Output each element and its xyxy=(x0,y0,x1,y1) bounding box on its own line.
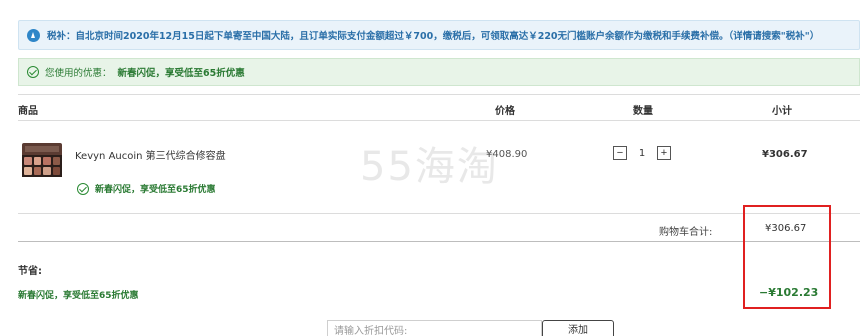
header-quantity: 数量 xyxy=(633,106,653,117)
increase-quantity-button[interactable]: + xyxy=(657,146,671,160)
highlight-annotation-box xyxy=(743,205,831,309)
product-thumbnail[interactable] xyxy=(22,143,62,177)
item-promo: 新春闪促，享受低至65折优惠 xyxy=(77,182,216,195)
cart-total-label: 购物车合计: xyxy=(659,227,713,238)
header-price: 价格 xyxy=(495,106,515,117)
coupon-label: 您使用的优惠： xyxy=(45,68,112,79)
check-circle-icon xyxy=(77,182,89,195)
palette-swatch xyxy=(43,167,51,175)
watermark-logo: 55海淘 xyxy=(360,144,499,190)
item-promo-text: 新春闪促，享受低至65折优惠 xyxy=(95,185,216,195)
palette-swatch xyxy=(33,167,41,175)
palette-lid xyxy=(22,143,62,155)
info-icon xyxy=(27,28,40,42)
savings-label: 节省: xyxy=(18,266,42,277)
palette-swatch xyxy=(33,157,41,165)
savings-promo-name: 新春闪促，享受低至65折优惠 xyxy=(18,291,139,301)
tax-notice-banner: 税补：自北京时间2020年12月15日起下单寄至中国大陆，且订单实际支付金额超过… xyxy=(18,20,860,50)
palette-swatch xyxy=(43,157,51,165)
divider xyxy=(18,94,860,95)
item-price: ¥408.90 xyxy=(486,149,528,160)
coupon-code-input[interactable] xyxy=(334,321,541,336)
header-subtotal: 小计 xyxy=(772,106,792,117)
applied-coupon-banner: 您使用的优惠： 新春闪促，享受低至65折优惠 xyxy=(18,58,860,86)
divider xyxy=(18,120,860,121)
palette-swatch xyxy=(24,157,32,165)
palette-swatch xyxy=(24,167,32,175)
tax-notice-text: 税补：自北京时间2020年12月15日起下单寄至中国大陆，且订单实际支付金额超过… xyxy=(47,31,820,42)
coupon-code-field[interactable] xyxy=(327,320,542,336)
item-subtotal: ¥306.67 xyxy=(762,149,808,160)
check-circle-icon xyxy=(27,66,39,78)
coupon-value: 新春闪促，享受低至65折优惠 xyxy=(117,68,245,79)
palette-pans xyxy=(22,155,62,177)
palette-swatch xyxy=(52,157,60,165)
header-product: 商品 xyxy=(18,106,38,117)
divider xyxy=(18,213,860,214)
decrease-quantity-button[interactable]: − xyxy=(613,146,627,160)
product-name[interactable]: Kevyn Aucoin 第三代综合修容盘 xyxy=(75,147,226,162)
add-coupon-button[interactable]: 添加 xyxy=(542,320,614,336)
quantity-value[interactable]: 1 xyxy=(627,148,657,159)
quantity-stepper: − 1 + xyxy=(613,146,671,160)
palette-swatch xyxy=(52,167,60,175)
divider xyxy=(18,241,860,242)
